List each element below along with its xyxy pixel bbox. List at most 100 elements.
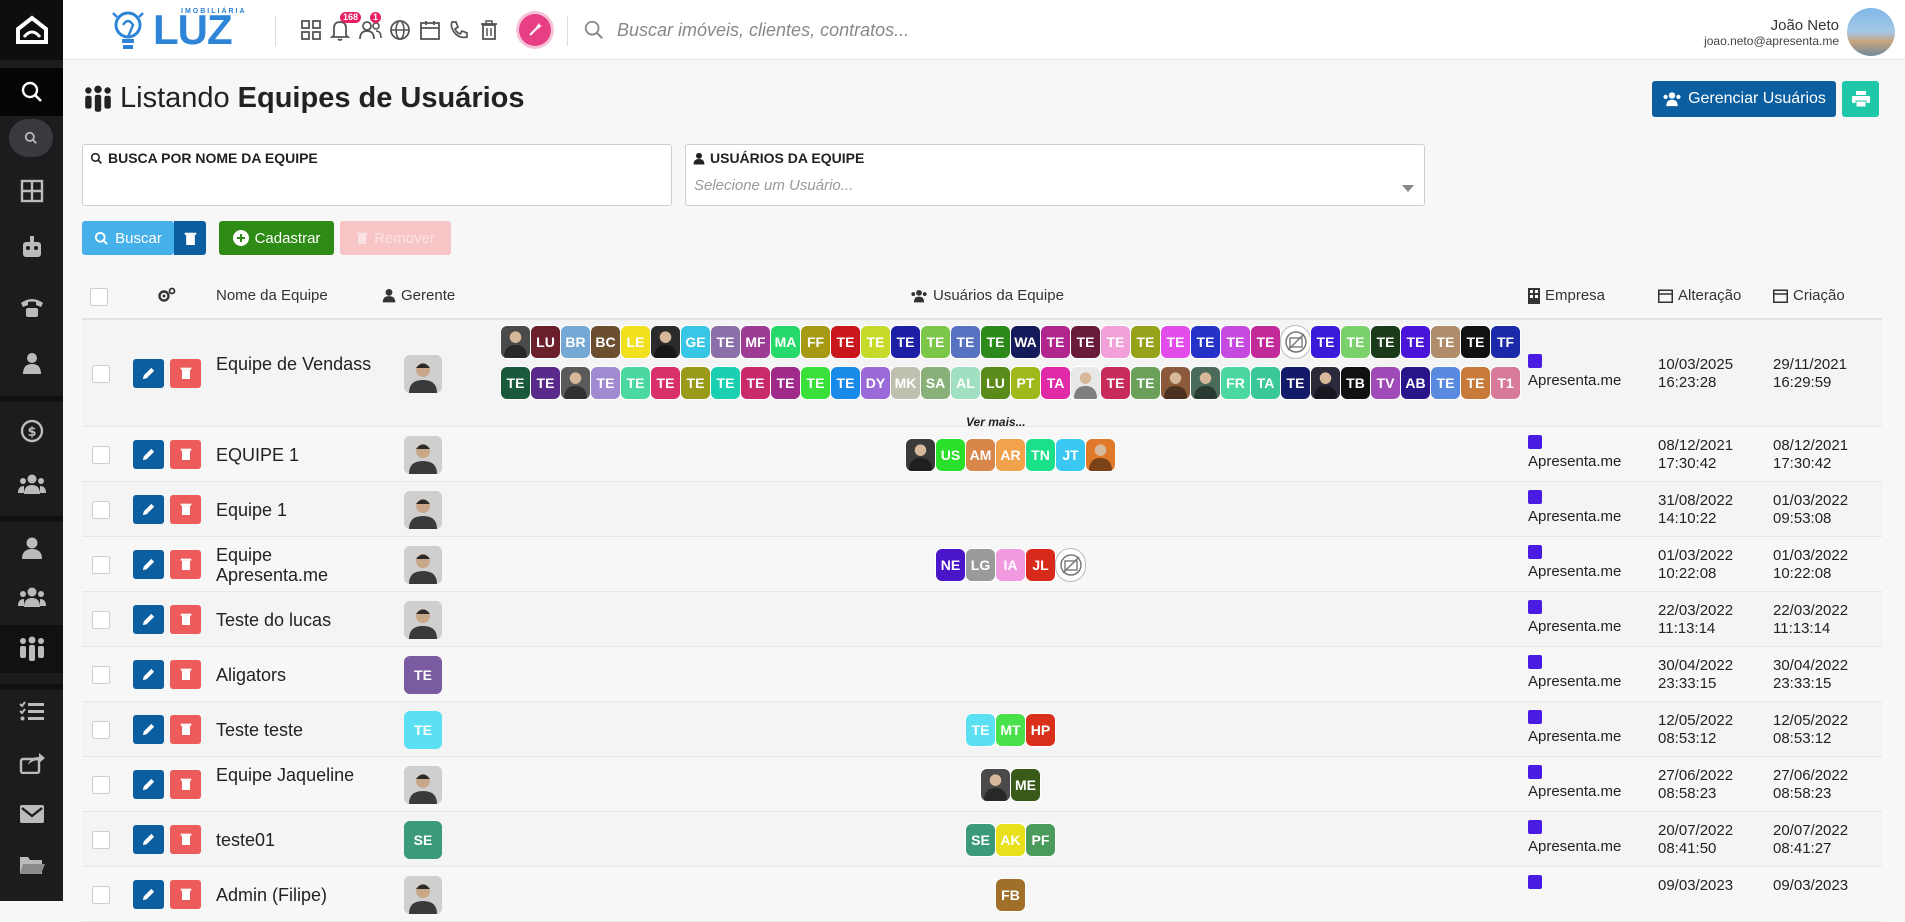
manager-avatar[interactable] (404, 490, 442, 529)
user-initials-avatar[interactable]: TE (1190, 325, 1221, 359)
globe-icon[interactable] (388, 18, 412, 42)
user-initials-avatar[interactable]: SA (920, 366, 951, 400)
user-initials-avatar[interactable]: TE (920, 325, 951, 359)
team-name[interactable]: Equipe de Vendass (216, 354, 376, 374)
user-initials-avatar[interactable]: TE (1310, 325, 1341, 359)
grid-icon[interactable] (299, 18, 323, 42)
team-users-filter[interactable]: USUÁRIOS DA EQUIPE Selecione um Usuário.… (685, 144, 1425, 206)
team-users-select[interactable]: Selecione um Usuário... (694, 177, 853, 194)
delete-button[interactable] (170, 659, 201, 689)
user-initials-avatar[interactable]: TE (1370, 325, 1401, 359)
user-initials-avatar[interactable]: TE (1220, 325, 1251, 359)
user-initials-avatar[interactable]: TE (770, 366, 801, 400)
user-initials-avatar[interactable]: PT (1010, 366, 1041, 400)
user-initials-avatar[interactable]: TB (1340, 366, 1371, 400)
print-button[interactable] (1842, 81, 1879, 117)
user-initials-avatar[interactable]: TE (680, 366, 711, 400)
team-name[interactable]: Teste do lucas (216, 610, 376, 630)
user-initials-avatar[interactable]: TE (1160, 325, 1191, 359)
table-row[interactable]: teste01 SE SE AK PF Apresenta.me 20/07/2022 08:… (82, 812, 1882, 867)
sidebar-user-tie-icon[interactable] (0, 344, 63, 382)
table-row[interactable]: Equipe Apresenta.me NE LG IA JL Apresenta.me 0… (82, 537, 1882, 592)
user-initials-avatar[interactable]: JL (1025, 547, 1056, 582)
user-initials-avatar[interactable]: TE (1430, 325, 1461, 359)
user-initials-avatar[interactable]: TE (530, 366, 561, 400)
manager-avatar[interactable] (404, 545, 442, 584)
manager-avatar[interactable] (404, 435, 442, 474)
user-initials-avatar[interactable]: TN (1025, 437, 1056, 472)
user-initials-avatar[interactable]: TE (1040, 325, 1071, 359)
user-menu[interactable]: João Neto joao.neto@apresenta.me (1704, 8, 1895, 56)
table-row[interactable]: Equipe de Vendass LU BR BC LE GE TE MF MA FF TE TE T… (82, 320, 1882, 429)
row-checkbox[interactable] (92, 830, 110, 849)
user-initials-avatar[interactable]: TA (1040, 366, 1071, 400)
search-button[interactable]: Buscar (82, 221, 174, 255)
column-name[interactable]: Nome da Equipe (216, 287, 328, 304)
user-initials-avatar[interactable]: TE (1100, 366, 1131, 400)
user-initials-avatar[interactable]: FB (995, 877, 1026, 912)
sidebar-dashboard-icon[interactable] (0, 172, 63, 210)
phone-icon[interactable] (447, 18, 471, 42)
user-photo-avatar[interactable] (1310, 366, 1341, 400)
sidebar-robot-icon[interactable] (0, 228, 63, 266)
user-initials-avatar[interactable]: TE (1430, 366, 1461, 400)
table-row[interactable]: Aligators TE Apresenta.me 30/04/2022 23:33:1… (82, 647, 1882, 702)
user-initials-avatar[interactable]: TE (1070, 325, 1101, 359)
user-initials-avatar[interactable]: AK (995, 822, 1026, 857)
delete-button[interactable] (170, 549, 201, 579)
manage-users-button[interactable]: Gerenciar Usuários (1652, 81, 1836, 117)
user-initials-avatar[interactable]: TE (1460, 325, 1491, 359)
team-name[interactable]: Aligators (216, 665, 376, 685)
user-initials-avatar[interactable]: TE (1100, 325, 1131, 359)
sidebar-folder-icon[interactable] (0, 846, 63, 884)
manager-avatar[interactable] (404, 600, 442, 639)
create-button[interactable]: Cadastrar (219, 221, 334, 255)
column-users[interactable]: Usuários da Equipe (910, 287, 1064, 304)
user-initials-avatar[interactable]: ME (1010, 767, 1041, 802)
edit-button[interactable] (133, 439, 164, 469)
user-initials-avatar[interactable]: TE (620, 366, 651, 400)
delete-button[interactable] (170, 879, 201, 909)
user-photo-avatar[interactable] (1070, 366, 1101, 400)
table-row[interactable]: Teste do lucas Apresenta.me 22/03/2022 11:1… (82, 592, 1882, 647)
select-all-checkbox[interactable] (90, 288, 108, 306)
user-photo-avatar[interactable] (1085, 437, 1116, 472)
team-name[interactable]: Teste teste (216, 720, 376, 740)
user-initials-avatar[interactable]: TE (965, 712, 996, 747)
team-name[interactable]: Equipe Apresenta.me (216, 545, 376, 585)
user-initials-avatar[interactable]: LU (530, 325, 561, 359)
manager-avatar[interactable]: TE (404, 655, 442, 694)
bell-icon[interactable]: 168 (328, 12, 362, 42)
sidebar-teams-icon[interactable] (0, 578, 63, 616)
user-initials-avatar[interactable]: TE (860, 325, 891, 359)
remove-button[interactable]: Remover (340, 221, 451, 255)
edit-button[interactable] (133, 494, 164, 524)
team-name-filter[interactable]: BUSCA POR NOME DA EQUIPE (82, 144, 672, 206)
sidebar-quick-search-icon[interactable] (9, 119, 53, 157)
row-checkbox[interactable] (92, 500, 110, 519)
user-initials-avatar[interactable]: TE (710, 366, 741, 400)
user-initials-avatar[interactable]: TE (830, 325, 861, 359)
user-initials-avatar[interactable]: TA (1250, 366, 1281, 400)
table-row[interactable]: Admin (Filipe) FB 09/03/2023 09/03/2023 (82, 867, 1882, 922)
delete-button[interactable] (170, 769, 201, 799)
team-name[interactable]: Admin (Filipe) (216, 885, 376, 905)
user-initials-avatar[interactable]: IA (995, 547, 1026, 582)
sidebar-users-group-icon[interactable] (0, 465, 63, 503)
users-icon[interactable]: 1 (358, 12, 382, 42)
user-photo-avatar[interactable] (650, 325, 681, 359)
manager-avatar[interactable]: TE (404, 710, 442, 749)
user-initials-avatar[interactable]: TE (980, 325, 1011, 359)
team-name[interactable]: Equipe 1 (216, 500, 376, 520)
sidebar-tasks-icon[interactable] (0, 692, 63, 730)
user-initials-avatar[interactable]: TE (1250, 325, 1281, 359)
delete-button[interactable] (170, 714, 201, 744)
sidebar-user-icon[interactable] (0, 529, 63, 567)
user-initials-avatar[interactable]: MF (740, 325, 771, 359)
user-initials-avatar[interactable]: TV (1370, 366, 1401, 400)
sidebar-share-icon[interactable] (0, 744, 63, 782)
user-initials-avatar[interactable]: HP (1025, 712, 1056, 747)
calendar-icon[interactable] (418, 18, 442, 42)
user-photo-avatar[interactable] (980, 767, 1011, 802)
avatar[interactable] (1847, 8, 1895, 56)
